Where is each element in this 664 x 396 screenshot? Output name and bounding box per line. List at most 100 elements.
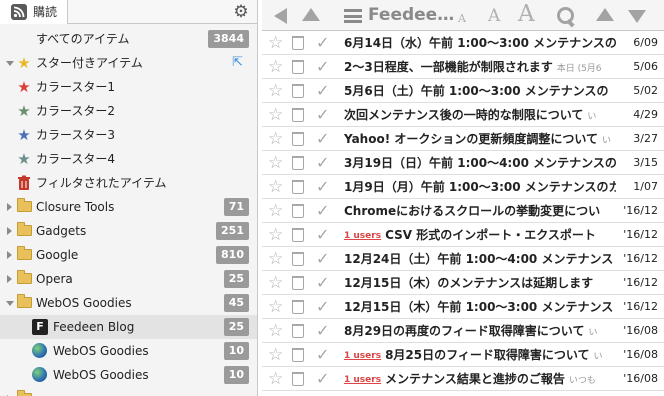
article-row[interactable]: ☆ ✓ 1 users 8月25日のフィード取得障害についてい '16/08 bbox=[262, 343, 664, 367]
mark-read-check-icon[interactable]: ✓ bbox=[316, 57, 329, 77]
mark-read-check-icon[interactable]: ✓ bbox=[316, 345, 329, 365]
search-icon[interactable] bbox=[556, 6, 576, 26]
article-row[interactable]: ☆ ✓ 次回メンテナンス後の一時的な制限についてい 4/29 bbox=[262, 103, 664, 127]
article-row[interactable]: ☆ ✓ Yahoo! オークションの更新頻度調整についてい 3/27 bbox=[262, 127, 664, 151]
star-toggle-icon[interactable]: ☆ bbox=[268, 129, 283, 149]
expand-arrow-icon[interactable] bbox=[6, 61, 14, 66]
tab-subscriptions[interactable]: 購読 bbox=[0, 0, 68, 24]
star-toggle-icon[interactable]: ☆ bbox=[268, 249, 283, 269]
delete-icon[interactable] bbox=[292, 300, 304, 314]
mark-read-check-icon[interactable]: ✓ bbox=[316, 105, 329, 125]
article-row[interactable]: ☆ ✓ Chromeにおけるスクロールの挙動変更につい '16/12 bbox=[262, 199, 664, 223]
article-row[interactable]: ☆ ✓ 8月29日の再度のフィード取得障害についてい '16/08 bbox=[262, 319, 664, 343]
sidebar-item-all[interactable]: すべてのアイテム 3844 bbox=[0, 27, 257, 51]
sidebar-item-partial[interactable] bbox=[0, 387, 257, 396]
mark-read-check-icon[interactable]: ✓ bbox=[316, 249, 329, 269]
delete-icon[interactable] bbox=[292, 276, 304, 290]
mark-read-check-icon[interactable]: ✓ bbox=[316, 297, 329, 317]
back-arrow-icon[interactable] bbox=[274, 8, 287, 24]
star-toggle-icon[interactable]: ☆ bbox=[268, 225, 283, 245]
star-toggle-icon[interactable]: ☆ bbox=[268, 369, 283, 389]
article-row[interactable]: ☆ ✓ 1 users CSV 形式のインポート・エクスポート '16/12 bbox=[262, 223, 664, 247]
article-row[interactable]: ☆ ✓ 12月24日（土）午前 1:00〜4:00 メンテナンス '16/12 bbox=[262, 247, 664, 271]
sidebar-folder-webos-goodies[interactable]: WebOS Goodies 45 bbox=[0, 291, 257, 315]
article-row[interactable]: ☆ ✓ 12月15日（木）午前 1:00〜3:00 メンテナンス '16/12 bbox=[262, 295, 664, 319]
star-toggle-icon[interactable]: ☆ bbox=[268, 81, 283, 101]
delete-icon[interactable] bbox=[292, 228, 304, 242]
sidebar-feed-webos-goodies[interactable]: WebOS Goodies 10 bbox=[0, 363, 257, 387]
sidebar-folder-google[interactable]: Google 810 bbox=[0, 243, 257, 267]
user-count-link[interactable]: 1 users bbox=[344, 375, 381, 385]
delete-icon[interactable] bbox=[292, 108, 304, 122]
star-toggle-icon[interactable]: ☆ bbox=[268, 345, 283, 365]
mark-read-check-icon[interactable]: ✓ bbox=[316, 201, 329, 221]
main-pane: Feedee… A A A ☆ ✓ 6月14日（水）午前 1:00〜3:00 メンテ… bbox=[262, 0, 664, 396]
star-toggle-icon[interactable]: ☆ bbox=[268, 201, 283, 221]
sidebar-folder-gadgets[interactable]: Gadgets 251 bbox=[0, 219, 257, 243]
article-row[interactable]: ☆ ✓ 12月15日（木）のメンテナンスは延期します '16/12 bbox=[262, 271, 664, 295]
sidebar-item-color-star-2[interactable]: ★ カラースター2 bbox=[0, 99, 257, 123]
mark-read-check-icon[interactable]: ✓ bbox=[316, 33, 329, 53]
mark-read-check-icon[interactable]: ✓ bbox=[316, 273, 329, 293]
star-toggle-icon[interactable]: ☆ bbox=[268, 321, 283, 341]
delete-icon[interactable] bbox=[292, 36, 304, 50]
font-small-button[interactable]: A bbox=[458, 12, 466, 25]
star-toggle-icon[interactable]: ☆ bbox=[268, 273, 283, 293]
delete-icon[interactable] bbox=[292, 156, 304, 170]
delete-icon[interactable] bbox=[292, 180, 304, 194]
sidebar-feed-feedeen-blog[interactable]: F Feedeen Blog 25 bbox=[0, 315, 257, 339]
user-count-link[interactable]: 1 users bbox=[344, 351, 381, 361]
feed-title[interactable]: Feedee… bbox=[368, 0, 454, 31]
article-row[interactable]: ☆ ✓ 3月19日（日）午前 1:00〜4:00 メンテナンスの 3/15 bbox=[262, 151, 664, 175]
star-toggle-icon[interactable]: ☆ bbox=[268, 33, 283, 53]
mark-read-check-icon[interactable]: ✓ bbox=[316, 153, 329, 173]
sidebar-folder-opera[interactable]: Opera 25 bbox=[0, 267, 257, 291]
delete-icon[interactable] bbox=[292, 324, 304, 338]
sidebar-feed-webos-goodies[interactable]: WebOS Goodies 10 bbox=[0, 339, 257, 363]
sidebar-item-starred[interactable]: ★ スター付きアイテム ⇱ bbox=[0, 51, 257, 75]
scroll-up-icon[interactable] bbox=[302, 8, 320, 21]
expand-arrow-icon[interactable] bbox=[7, 275, 12, 283]
article-row[interactable]: ☆ ✓ 1 users メンテナンス結果と進捗のご報告 いつも '16/08 bbox=[262, 367, 664, 391]
user-count-link[interactable]: 1 users bbox=[344, 231, 381, 241]
expand-arrow-icon[interactable] bbox=[7, 227, 12, 235]
delete-icon[interactable] bbox=[292, 60, 304, 74]
external-link-icon[interactable]: ⇱ bbox=[232, 55, 247, 70]
gear-icon[interactable]: ⚙ bbox=[232, 3, 250, 21]
sidebar-item-color-star-4[interactable]: ★ カラースター4 bbox=[0, 147, 257, 171]
article-row[interactable]: ☆ ✓ 1月9日（月）午前 1:00〜3:00 メンテナンスのカ 1/07 bbox=[262, 175, 664, 199]
star-toggle-icon[interactable]: ☆ bbox=[268, 153, 283, 173]
mark-read-check-icon[interactable]: ✓ bbox=[316, 225, 329, 245]
collapse-arrow-icon[interactable] bbox=[6, 301, 14, 306]
delete-icon[interactable] bbox=[292, 372, 304, 386]
mark-read-check-icon[interactable]: ✓ bbox=[316, 321, 329, 341]
star-toggle-icon[interactable]: ☆ bbox=[268, 177, 283, 197]
star-toggle-icon[interactable]: ☆ bbox=[268, 57, 283, 77]
menu-icon[interactable] bbox=[344, 9, 362, 23]
sidebar-item-color-star-1[interactable]: ★ カラースター1 bbox=[0, 75, 257, 99]
article-date: '16/08 bbox=[620, 347, 658, 363]
previous-item-icon[interactable] bbox=[596, 8, 614, 21]
mark-read-check-icon[interactable]: ✓ bbox=[316, 177, 329, 197]
font-medium-button[interactable]: A bbox=[488, 6, 500, 26]
delete-icon[interactable] bbox=[292, 348, 304, 362]
sidebar-item-color-star-3[interactable]: ★ カラースター3 bbox=[0, 123, 257, 147]
mark-read-check-icon[interactable]: ✓ bbox=[316, 129, 329, 149]
star-toggle-icon[interactable]: ☆ bbox=[268, 105, 283, 125]
delete-icon[interactable] bbox=[292, 132, 304, 146]
article-row[interactable]: ☆ ✓ 6月14日（水）午前 1:00〜3:00 メンテナンスの 6/09 bbox=[262, 31, 664, 55]
sidebar-item-filtered[interactable]: フィルタされたアイテム bbox=[0, 171, 257, 195]
sidebar-folder-closure-tools[interactable]: Closure Tools 71 bbox=[0, 195, 257, 219]
delete-icon[interactable] bbox=[292, 84, 304, 98]
article-row[interactable]: ☆ ✓ 5月6日（土）午前 1:00〜3:00 メンテナンスの 5/02 bbox=[262, 79, 664, 103]
expand-arrow-icon[interactable] bbox=[7, 203, 12, 211]
mark-read-check-icon[interactable]: ✓ bbox=[316, 369, 329, 389]
mark-read-check-icon[interactable]: ✓ bbox=[316, 81, 329, 101]
article-row[interactable]: ☆ ✓ 2〜3日程度、一部機能が制限されます 本日 (5月6 5/06 bbox=[262, 55, 664, 79]
expand-arrow-icon[interactable] bbox=[7, 251, 12, 259]
delete-icon[interactable] bbox=[292, 252, 304, 266]
delete-icon[interactable] bbox=[292, 204, 304, 218]
next-item-icon[interactable] bbox=[628, 10, 646, 23]
font-large-button[interactable]: A bbox=[518, 1, 535, 27]
star-toggle-icon[interactable]: ☆ bbox=[268, 297, 283, 317]
